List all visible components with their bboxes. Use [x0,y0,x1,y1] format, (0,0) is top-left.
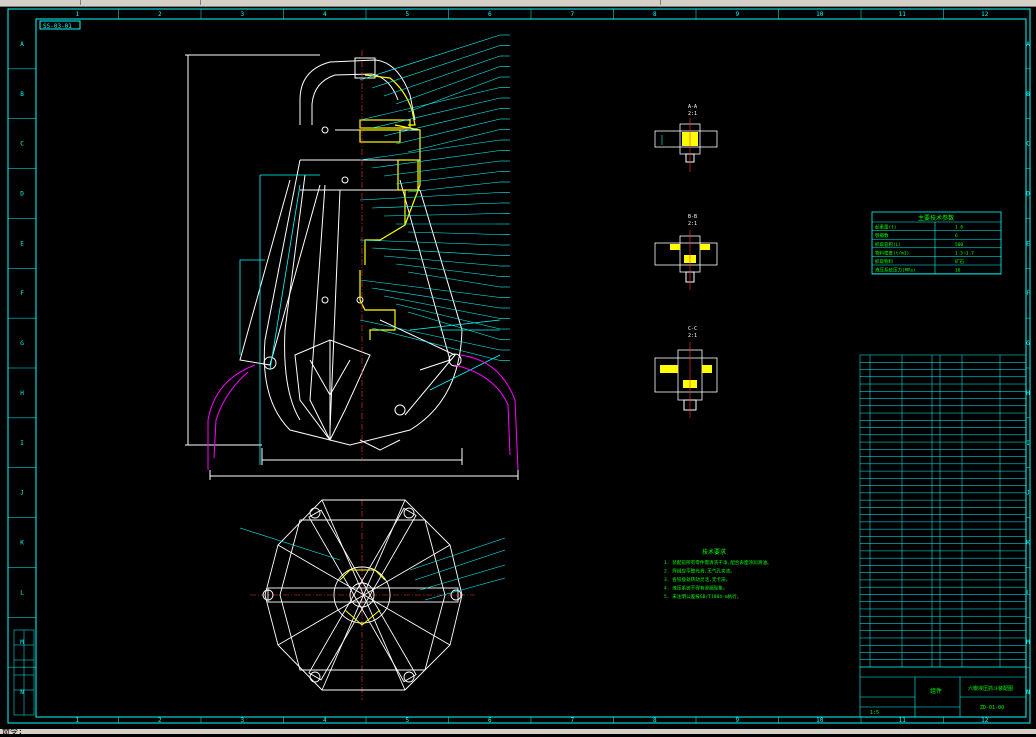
row-label: M [1026,639,1030,646]
tech-param-key: 抓取物料 [875,258,893,265]
column-label: 7 [570,11,574,18]
bucket-teeth [207,354,519,471]
column-label: 11 [899,717,907,724]
technical-notes: 技术要求 1. 装配前所有零件需清洗干净,配合表面涂润滑油。 2. 焊缝应平整光滑… [664,548,772,600]
note-line: 5. 未注明公差按GB/T1804-m执行。 [664,593,741,600]
row-label: I [20,440,24,447]
row-labels: A AB BC CD DE EF FG GH HI IJ JK KL LM MN N [8,41,1030,696]
column-label: 2 [158,11,162,18]
tech-param-value: 6 [955,233,958,239]
tech-param-key: 颚瓣数 [875,232,889,239]
column-label: 2 [158,717,162,724]
revision-strip [13,629,35,716]
title-block-name: 六瓣液压抓斗装配图 [968,685,1013,692]
row-label: B [1026,91,1030,98]
notes-title: 技术要求 [702,548,726,556]
column-label: 1 [75,717,79,724]
section-a[interactable]: A-A 2:1 [654,104,718,172]
column-labels: 112233445566778899101011111212 [75,9,989,724]
tech-param-key: 物料密度(t/m3) [875,249,909,256]
drawing-tag: SS-03-01 [43,23,72,30]
note-line: 1. 装配前所有零件需清洗干净,配合表面涂润滑油。 [664,559,772,566]
row-label: I [1026,440,1030,447]
part-leaders [359,34,510,361]
tech-parameter-table: 主要技术参数 起重量(t) 1.6 颚瓣数 6 抓取容积(L) 500 物料密度(t/m3)… [871,211,1002,275]
section-c[interactable]: C-C 2:1 [654,326,718,418]
section-b-title: B-B [688,214,697,220]
note-line: 2. 焊缝应平整光滑,无气孔夹渣。 [664,568,735,575]
column-label: 6 [488,11,492,18]
row-label: G [1026,340,1030,347]
command-line[interactable]: 命令: [2,726,23,737]
row-label: C [20,141,24,148]
column-label: 9 [735,11,739,18]
row-label: L [20,589,24,596]
column-label: 7 [570,717,574,724]
row-label: F [1026,290,1030,297]
inner-border [35,18,1027,718]
title-block-scale: 1:5 [870,710,879,716]
note-line: 4. 液压系统不得有渗漏现象。 [664,585,727,592]
row-label: K [20,540,24,547]
row-label: L [1026,589,1030,596]
column-label: 8 [653,717,657,724]
section-c-title: C-C [688,326,697,332]
column-label: 9 [735,717,739,724]
tech-table-title: 主要技术参数 [918,214,954,222]
column-label: 4 [323,11,327,18]
column-label: 6 [488,717,492,724]
row-label: A [1026,41,1030,48]
column-label: 11 [899,11,907,18]
tech-param-key: 起重量(t) [875,224,897,231]
row-label: E [20,240,24,247]
column-label: 3 [240,11,244,18]
column-label: 5 [405,717,409,724]
tech-param-value: 矿石 [955,258,964,265]
section-a-title: A-A [688,104,697,110]
column-label: 1 [75,11,79,18]
tech-param-value: 1.5~1.7 [955,250,974,256]
row-label: D [20,191,24,198]
tech-param-key: 抓取容积(L) [875,241,901,248]
note-line: 3. 各铰接处转动灵活,无卡滞。 [664,576,730,583]
row-label: A [20,41,24,48]
row-label: H [1026,390,1030,397]
row-label: N [1026,689,1030,696]
section-b[interactable]: B-B 2:1 [654,214,718,290]
row-label: J [1026,490,1030,497]
row-label: H [20,390,24,397]
row-label: F [20,290,24,297]
tech-param-value: 1.6 [955,225,963,231]
status-bar [0,729,1036,734]
column-label: 12 [981,11,989,18]
row-label: K [1026,540,1030,547]
centre-lines [250,50,475,700]
column-label: 8 [653,11,657,18]
column-label: 10 [816,717,824,724]
tech-param-value: 16 [955,268,961,274]
elevation-view[interactable] [185,54,519,480]
column-label: 4 [323,717,327,724]
section-c-scale: 2:1 [688,333,697,339]
row-label: B [20,91,24,98]
tech-param-value: 500 [955,242,963,248]
row-label: G [20,340,24,347]
column-label: 10 [816,11,824,18]
row-label: C [1026,141,1030,148]
row-label: E [1026,240,1030,247]
column-label: 12 [981,717,989,724]
tech-param-key: 液压系统压力(MPa) [875,267,916,274]
column-label: 3 [240,717,244,724]
row-label: J [20,490,24,497]
title-block-material: 组件 [930,687,942,695]
row-label: D [1026,191,1030,198]
column-label: 5 [405,11,409,18]
title-block-drawing-no: ZD-01-00 [980,705,1004,711]
section-b-scale: 2:1 [688,221,697,227]
parts-list [859,354,1027,668]
section-a-scale: 2:1 [688,111,697,117]
outer-border [7,8,1031,724]
cad-canvas[interactable]: 112233445566778899101011111212 A AB BC CD DE… [0,0,1036,734]
